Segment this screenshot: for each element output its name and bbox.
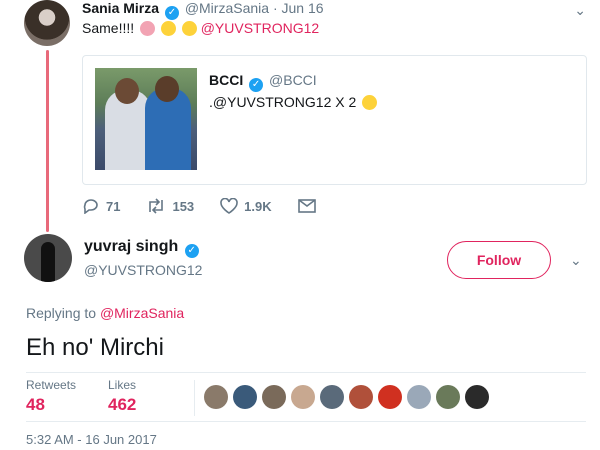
- retweets-count: 48: [26, 395, 45, 414]
- heart-icon: [220, 198, 238, 214]
- main-author-handle[interactable]: @YUVSTRONG12: [84, 262, 202, 278]
- chevron-down-icon[interactable]: ⌄: [570, 252, 582, 269]
- avatar-sania-mirza[interactable]: [24, 0, 70, 46]
- quoted-tweet-photo[interactable]: [95, 68, 197, 170]
- author-name[interactable]: Sania Mirza: [82, 0, 159, 16]
- photo-head-right: [155, 76, 179, 102]
- thinking-face-emoji-icon: [362, 95, 378, 110]
- follow-button[interactable]: Follow: [447, 241, 551, 279]
- like-count: 1.9K: [244, 198, 272, 214]
- quoted-author-name: BCCI: [209, 72, 244, 88]
- replying-to-mention[interactable]: @MirzaSania: [100, 305, 184, 321]
- tweet-body-text: Same!!!!: [82, 20, 139, 36]
- main-author-name[interactable]: yuvraj singh: [84, 238, 178, 255]
- liker-avatar[interactable]: [204, 385, 228, 409]
- envelope-icon: [297, 199, 316, 213]
- quoted-body-text: .@YUVSTRONG12 X 2: [209, 94, 361, 110]
- retweets-stat[interactable]: Retweets 48: [26, 378, 76, 415]
- liker-avatar[interactable]: [436, 385, 460, 409]
- chevron-down-icon[interactable]: ⌄: [574, 2, 586, 19]
- stats-separator: [194, 380, 195, 416]
- verified-badge-icon: ✓: [184, 244, 199, 258]
- divider: [26, 372, 586, 373]
- liker-avatar[interactable]: [233, 385, 257, 409]
- photo-head-left: [115, 78, 139, 104]
- quoted-tweet-header: BCCI ✓ @BCCI: [209, 72, 317, 92]
- main-author-name-row: yuvraj singh ✓: [84, 238, 201, 258]
- tweet-date[interactable]: Jun 16: [282, 0, 324, 16]
- divider: [26, 421, 586, 422]
- liker-avatar[interactable]: [262, 385, 286, 409]
- parent-tweet-header: Sania Mirza ✓ @MirzaSania · Jun 16: [82, 0, 324, 20]
- joy-emoji-icon: [181, 21, 197, 36]
- quoted-tweet-text: .@YUVSTRONG12 X 2: [209, 94, 378, 110]
- retweets-label: Retweets: [26, 378, 77, 392]
- liker-avatars: [204, 385, 494, 409]
- like-button[interactable]: 1.9K: [220, 198, 272, 214]
- parent-tweet-text: Same!!!! @YUVSTRONG12: [82, 20, 319, 36]
- main-tweet-text: Eh no' Mirchi: [26, 334, 164, 361]
- avatar-silhouette: [41, 242, 55, 282]
- face-screaming-emoji-icon: [160, 21, 176, 36]
- avatar-yuvraj-singh[interactable]: [24, 234, 72, 282]
- thread-connector-line: [46, 50, 49, 232]
- verified-badge-icon: ✓: [164, 6, 179, 20]
- liker-avatar[interactable]: [320, 385, 344, 409]
- quoted-author-handle: @BCCI: [269, 72, 317, 88]
- separator-dot: ·: [272, 0, 278, 16]
- quoted-tweet-card[interactable]: BCCI ✓ @BCCI .@YUVSTRONG12 X 2: [82, 55, 587, 185]
- retweet-button[interactable]: 153: [146, 198, 194, 214]
- reply-icon: [83, 199, 98, 214]
- reply-button[interactable]: 71: [82, 198, 120, 214]
- liker-avatar[interactable]: [407, 385, 431, 409]
- liker-avatar[interactable]: [378, 385, 402, 409]
- woman-shrugging-emoji-icon: [140, 21, 156, 36]
- mention-link[interactable]: @YUVSTRONG12: [201, 20, 319, 36]
- replying-prefix: Replying to: [26, 305, 100, 321]
- replying-to-line: Replying to @MirzaSania: [26, 305, 184, 321]
- likes-count: 462: [108, 395, 137, 414]
- liker-avatar[interactable]: [349, 385, 373, 409]
- liker-avatar[interactable]: [465, 385, 489, 409]
- retweet-icon: [149, 198, 164, 214]
- tweet-actions-bar: 71 153 1.9K: [82, 198, 348, 214]
- verified-badge-icon: ✓: [249, 78, 264, 92]
- tweet-timestamp[interactable]: 5:32 AM - 16 Jun 2017: [26, 432, 157, 447]
- reply-count: 71: [106, 198, 121, 214]
- author-handle[interactable]: @MirzaSania: [185, 0, 269, 16]
- liker-avatar[interactable]: [291, 385, 315, 409]
- likes-label: Likes: [108, 378, 137, 392]
- likes-stat[interactable]: Likes 462: [108, 378, 136, 415]
- retweet-count: 153: [172, 198, 195, 214]
- direct-message-button[interactable]: [297, 199, 322, 213]
